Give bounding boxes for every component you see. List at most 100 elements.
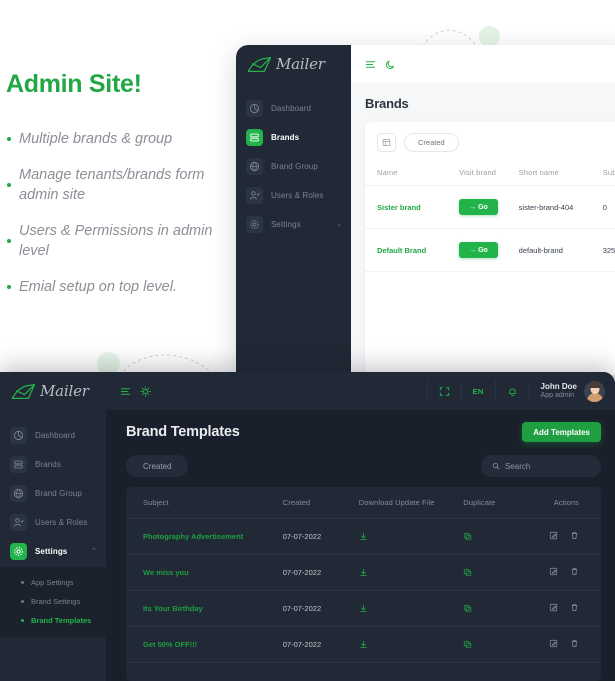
download-icon[interactable] (359, 604, 368, 613)
sidebar-item-settings[interactable]: Settings ⌃ (0, 538, 106, 564)
add-templates-button[interactable]: Add Templates (522, 422, 601, 442)
cell-brand-name[interactable]: Sister brand (365, 185, 460, 229)
sidebar-label: Brand Group (271, 161, 318, 171)
cell-visit-brand: → Go (459, 185, 519, 229)
table-layout-icon[interactable] (377, 132, 396, 152)
filter-chip-created[interactable]: Created (404, 132, 459, 152)
templates-table-body: Photography Advertisement 07-07-2022 We … (126, 518, 601, 663)
topbar-left-controls (120, 385, 151, 397)
promo-bullet-list: Multiple brands & group Manage tenants/b… (6, 129, 228, 297)
bullet-dot-icon (21, 600, 24, 603)
bullet-dot-icon (21, 581, 24, 584)
sun-icon[interactable] (140, 385, 151, 397)
sidebar-item-dashboard[interactable]: Dashboard (236, 95, 351, 121)
submenu-label: Brand Templates (31, 616, 92, 625)
table-header-row: Name Visit brand Short name Subsc (365, 162, 615, 186)
sidebar-label: Brand Group (35, 488, 82, 498)
fullscreen-button[interactable] (426, 381, 461, 401)
table-row: Default Brand → Go default-brand 325 (365, 228, 615, 272)
promo-bullet: Users & Permissions in admin level (6, 221, 228, 262)
page-title: Brands (365, 96, 409, 111)
user-check-icon (10, 513, 27, 531)
cell-subject[interactable]: Get 50% OFF!!! (126, 626, 283, 663)
download-icon[interactable] (359, 640, 368, 649)
user-role: App admin (540, 391, 575, 399)
language-selector[interactable]: EN (460, 381, 495, 401)
sidebar-item-dashboard[interactable]: Dashboard (0, 422, 106, 448)
brands-main: Brands Created Name Visit brand Short na… (351, 45, 615, 375)
table-row: Sister brand → Go sister-brand-404 0 (365, 185, 615, 229)
app-logo[interactable]: Mailer (236, 45, 351, 83)
sidebar-item-users-roles[interactable]: Users & Roles (0, 509, 106, 535)
promo-panel: Admin Site! Multiple brands & group Mana… (0, 70, 236, 312)
cell-subject[interactable]: We miss you (126, 554, 283, 591)
search-icon (492, 462, 500, 470)
download-icon[interactable] (359, 532, 368, 541)
sidebar-item-settings[interactable]: Settings ⌄ (236, 211, 351, 237)
cell-subject[interactable]: Photography Advertisement (126, 518, 283, 555)
trash-icon[interactable] (570, 567, 579, 576)
server-stack-icon (10, 455, 27, 473)
column-header-subject: Subject (126, 487, 283, 519)
brands-table: Name Visit brand Short name Subsc Sister… (365, 162, 615, 272)
submenu-item-brand-templates[interactable]: Brand Templates (0, 611, 106, 630)
brand-templates-window: Mailer Dashboard Brands Brand Group User… (0, 372, 615, 681)
search-input[interactable]: Search (481, 455, 601, 477)
copy-icon[interactable] (463, 640, 472, 649)
submenu-item-brand-settings[interactable]: Brand Settings (0, 592, 106, 611)
go-button[interactable]: → Go (459, 199, 498, 215)
logo-wordmark: Mailer (40, 382, 89, 400)
cell-download (358, 626, 464, 663)
screenshot-root: Admin Site! Multiple brands & group Mana… (0, 0, 615, 681)
column-header-duplicate: Duplicate (463, 487, 540, 519)
app-logo[interactable]: Mailer (0, 372, 106, 410)
cell-subscribers: 0 (602, 185, 615, 229)
chevron-up-icon: ⌃ (91, 548, 97, 555)
copy-icon[interactable] (463, 532, 472, 541)
sidebar-label: Settings (271, 219, 301, 229)
submenu-label: App Settings (31, 578, 74, 587)
column-header-subscribers: Subsc (602, 162, 615, 186)
promo-bullet: Multiple brands & group (6, 129, 228, 150)
cell-created: 07-07-2022 (282, 518, 359, 555)
sidebar-label: Users & Roles (35, 517, 88, 527)
cell-subject[interactable]: Its Your Birthday (126, 590, 283, 627)
submenu-item-app-settings[interactable]: App Settings (0, 573, 106, 592)
hamburger-icon[interactable] (365, 59, 376, 70)
edit-icon[interactable] (549, 531, 558, 540)
server-stack-icon (246, 128, 263, 146)
notifications-button[interactable] (494, 381, 529, 401)
hamburger-icon[interactable] (120, 386, 131, 397)
user-menu[interactable]: John Doe App admin (528, 380, 605, 402)
trash-icon[interactable] (570, 603, 579, 612)
edit-icon[interactable] (549, 603, 558, 612)
trash-icon[interactable] (570, 531, 579, 540)
templates-table: Subject Created Download Update File Dup… (126, 487, 601, 663)
copy-icon[interactable] (463, 568, 472, 577)
user-check-icon (246, 186, 263, 204)
sidebar-item-brand-group[interactable]: Brand Group (0, 480, 106, 506)
copy-icon[interactable] (463, 604, 472, 613)
sidebar-item-brands[interactable]: Brands (0, 451, 106, 477)
sidebar-item-brand-group[interactable]: Brand Group (236, 153, 351, 179)
cell-brand-name[interactable]: Default Brand (365, 228, 460, 272)
filter-chip-created[interactable]: Created (126, 455, 189, 477)
edit-icon[interactable] (549, 639, 558, 648)
download-icon[interactable] (359, 568, 368, 577)
cell-actions (539, 590, 601, 627)
cell-created: 07-07-2022 (282, 554, 359, 591)
sidebar-item-brands[interactable]: Brands (236, 124, 351, 150)
table-row: Get 50% OFF!!! 07-07-2022 (126, 626, 601, 663)
edit-icon[interactable] (549, 567, 558, 576)
avatar (584, 380, 605, 402)
go-button[interactable]: → Go (459, 242, 498, 258)
cell-duplicate (463, 590, 540, 627)
brands-filter-row: Created (365, 131, 615, 153)
trash-icon[interactable] (570, 639, 579, 648)
sidebar-item-users-roles[interactable]: Users & Roles (236, 182, 351, 208)
cell-created: 07-07-2022 (282, 590, 359, 627)
moon-icon[interactable] (385, 59, 396, 70)
settings-submenu: App Settings Brand Settings Brand Templa… (0, 567, 106, 637)
globe-icon (10, 484, 27, 502)
bottom-window-topbar: EN John Doe App admin (106, 372, 615, 410)
